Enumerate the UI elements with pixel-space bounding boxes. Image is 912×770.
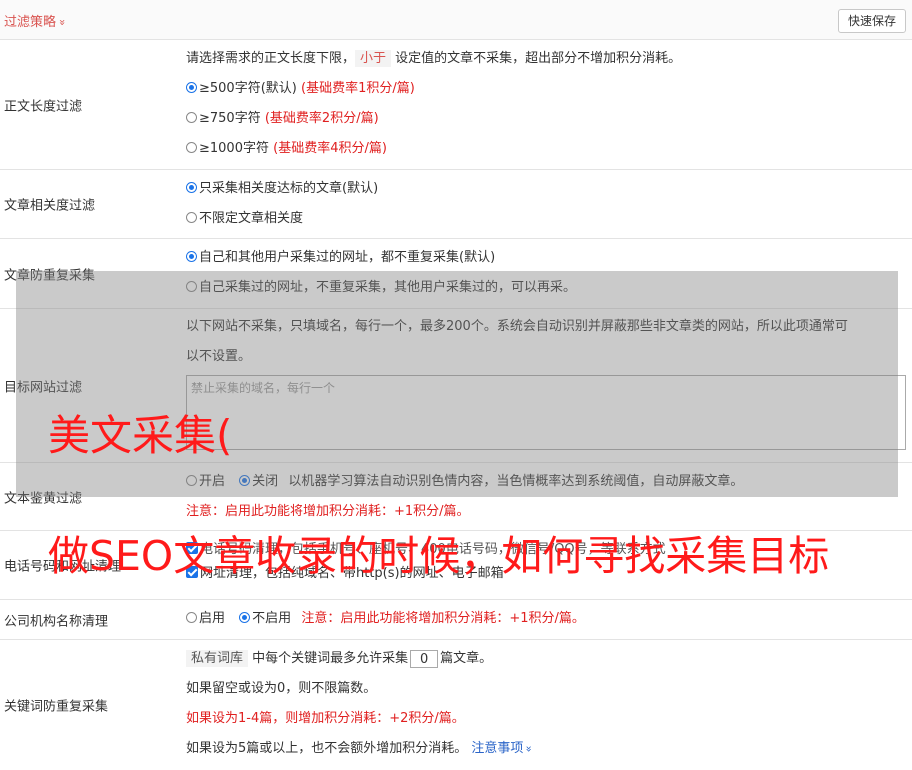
option-text: 只采集相关度达标的文章(默认) <box>199 181 379 196</box>
option-1000[interactable]: ≥1000字符 (基础费率4积分/篇) <box>186 134 906 164</box>
option-text: ≥1000字符 <box>199 141 269 156</box>
row-label: 目标网站过滤 <box>4 380 83 395</box>
radio-dedupe-all[interactable] <box>186 251 197 262</box>
radio-750[interactable] <box>186 112 197 123</box>
option-relevance-any[interactable]: 不限定文章相关度 <box>186 204 906 234</box>
option-company-on[interactable]: 启用 <box>186 611 225 626</box>
row-label: 正文长度过滤 <box>4 99 83 114</box>
option-relevance-required[interactable]: 只采集相关度达标的文章(默认) <box>186 174 906 204</box>
option-750[interactable]: ≥750字符 (基础费率2积分/篇) <box>186 104 906 134</box>
radio-company-off[interactable] <box>239 612 251 623</box>
watermark-headline: 做SEO文章收录的时候，如何寻找采集目标 <box>48 532 830 580</box>
radio-porn-off[interactable] <box>239 475 251 486</box>
radio-1000[interactable] <box>186 142 197 153</box>
watermark-title: 美文采集( <box>48 411 233 460</box>
chevron-down-icon: » <box>55 19 69 26</box>
row-keyword-dedupe: 关键词防重复采集 私有词库 中每个关键词最多允许采集 0 篇文章。 如果留空或设为0… <box>0 640 912 770</box>
chevron-down-icon: » <box>522 745 536 753</box>
option-text: 自己采集过的网址，不重复采集，其他用户采集过的，可以再采。 <box>199 280 577 295</box>
company-clean-options: 启用 不启用 注意：启用此功能将增加积分消耗：+1积分/篇。 <box>186 604 906 634</box>
radio-500[interactable] <box>186 82 197 93</box>
desc-suffix: 设定值的文章不采集，超出部分不增加积分消耗。 <box>395 51 682 66</box>
option-company-off[interactable]: 不启用 <box>239 611 291 626</box>
section-title[interactable]: 过滤策略» <box>4 11 69 30</box>
option-note: (基础费率4积分/篇) <box>273 141 387 156</box>
option-text: 关闭 <box>252 474 279 489</box>
radio-porn-on[interactable] <box>186 475 197 486</box>
option-text: 开启 <box>199 474 226 489</box>
option-porn-on[interactable]: 开启 <box>186 474 225 489</box>
option-dedupe-all[interactable]: 自己和其他用户采集过的网址，都不重复采集(默认) <box>186 243 906 273</box>
radio-relevance-any[interactable] <box>186 212 197 223</box>
filter-strategy-header: 过滤策略» 快速保存 <box>0 0 912 40</box>
radio-company-on[interactable] <box>186 612 197 623</box>
row-label: 文本鉴黄过滤 <box>4 491 83 506</box>
keyword-hint-cost: 如果设为1-4篇，则增加积分消耗：+2积分/篇。 <box>186 711 465 726</box>
keyword-limit-prefix: 中每个关键词最多允许采集 <box>252 651 409 666</box>
company-clean-notice: 注意：启用此功能将增加积分消耗：+1积分/篇。 <box>301 611 585 626</box>
keyword-hint-free-text: 如果设为5篇或以上，也不会额外增加积分消耗。 <box>186 741 468 756</box>
row-relevance: 文章相关度过滤 只采集相关度达标的文章(默认) 不限定文章相关度 <box>0 170 912 239</box>
option-text: ≥500字符(默认) <box>199 81 297 96</box>
option-note: (基础费率1积分/篇) <box>301 81 415 96</box>
keyword-limit-suffix: 篇文章。 <box>440 651 493 666</box>
keyword-limit-line: 私有词库 中每个关键词最多允许采集 0 篇文章。 <box>186 644 906 674</box>
option-500[interactable]: ≥500字符(默认) (基础费率1积分/篇) <box>186 74 906 104</box>
option-dedupe-self[interactable]: 自己采集过的网址，不重复采集，其他用户采集过的，可以再采。 <box>186 273 906 303</box>
option-text: 不限定文章相关度 <box>199 211 304 226</box>
highlight-less-than: 小于 <box>355 50 392 67</box>
option-text: 启用 <box>199 611 226 626</box>
target-sites-desc-1: 以下网站不采集，只填域名，每行一个，最多200个。系统会自动识别并屏蔽那些非文章… <box>186 319 848 334</box>
private-lexicon-tag[interactable]: 私有词库 <box>186 650 249 667</box>
option-text: 不启用 <box>252 611 292 626</box>
radio-dedupe-self[interactable] <box>186 281 197 292</box>
body-length-desc: 请选择需求的正文长度下限， 小于 设定值的文章不采集，超出部分不增加积分消耗。 <box>186 44 906 74</box>
keyword-limit-input[interactable]: 0 <box>410 649 439 668</box>
row-dedupe: 文章防重复采集 自己和其他用户采集过的网址，都不重复采集(默认) 自己采集过的网… <box>0 239 912 309</box>
option-text: 自己和其他用户采集过的网址，都不重复采集(默认) <box>199 250 496 265</box>
row-label: 文章防重复采集 <box>4 268 96 283</box>
option-note: (基础费率2积分/篇) <box>264 111 379 126</box>
option-text: ≥750字符 <box>199 111 261 126</box>
notes-link[interactable]: 注意事项» <box>471 741 535 756</box>
row-body-length: 正文长度过滤 请选择需求的正文长度下限， 小于 设定值的文章不采集，超出部分不增加… <box>0 40 912 170</box>
section-title-text: 过滤策略 <box>4 15 57 30</box>
blocked-domains-input[interactable] <box>186 375 906 450</box>
desc-prefix: 请选择需求的正文长度下限， <box>186 51 356 66</box>
target-sites-desc-2: 以不设置。 <box>186 349 252 364</box>
keyword-hint-free: 如果设为5篇或以上，也不会额外增加积分消耗。 注意事项» <box>186 734 906 764</box>
porn-filter-options: 开启 关闭 以机器学习算法自动识别色情内容，当色情概率达到系统阈值，自动屏蔽文章… <box>186 467 906 497</box>
keyword-hint-unlimited: 如果留空或设为0，则不限篇数。 <box>186 681 377 696</box>
row-company-clean: 公司机构名称清理 启用 不启用 注意：启用此功能将增加积分消耗：+1积分/篇。 <box>0 600 912 640</box>
row-porn-filter: 文本鉴黄过滤 开启 关闭 以机器学习算法自动识别色情内容，当色情概率达到系统阈值… <box>0 463 912 531</box>
radio-relevance-required[interactable] <box>186 182 197 193</box>
row-label: 公司机构名称清理 <box>4 614 109 629</box>
row-label: 关键词防重复采集 <box>4 699 109 715</box>
option-porn-off[interactable]: 关闭 <box>239 474 278 489</box>
porn-filter-notice: 注意：启用此功能将增加积分消耗：+1积分/篇。 <box>186 504 470 519</box>
quick-save-button[interactable]: 快速保存 <box>837 9 906 33</box>
porn-filter-desc: 以机器学习算法自动识别色情内容，当色情概率达到系统阈值，自动屏蔽文章。 <box>288 474 744 489</box>
row-label: 文章相关度过滤 <box>4 198 96 214</box>
